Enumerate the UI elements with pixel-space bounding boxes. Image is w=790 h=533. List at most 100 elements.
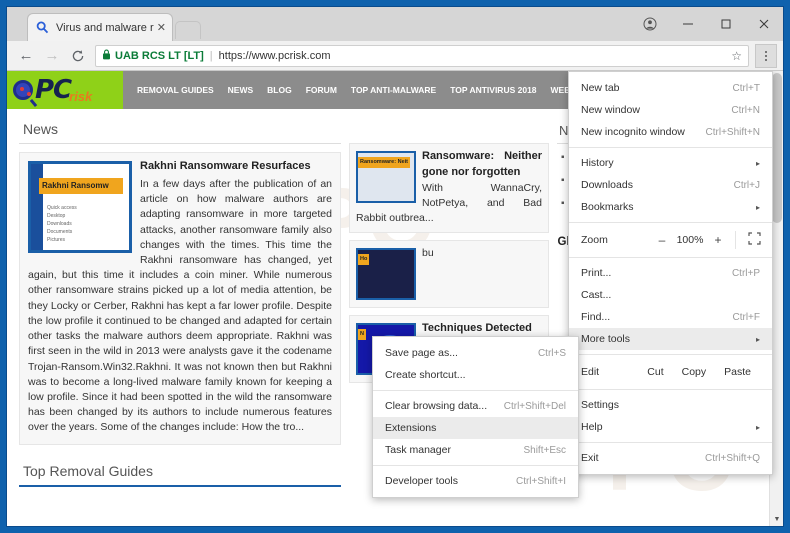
menu-item-accelerator: Ctrl+Shift+Del: [504, 401, 566, 412]
menu-item-accelerator: Shift+Esc: [523, 445, 566, 456]
side-thumbnail: Ransomware: Neit: [356, 151, 416, 203]
fullscreen-icon[interactable]: [742, 232, 766, 248]
menu-item-extensions[interactable]: Extensions: [373, 417, 578, 439]
top-removal-guides-heading: Top Removal Guides: [19, 453, 341, 487]
scrollbar-thumb[interactable]: [772, 73, 782, 223]
menu-item-label: Task manager: [385, 444, 513, 456]
menu-item-label: Help: [581, 421, 748, 433]
copy-button[interactable]: Copy: [673, 366, 716, 378]
maximize-button[interactable]: [707, 7, 745, 41]
menu-item-settings[interactable]: Settings: [569, 394, 772, 416]
menu-item-label: Find...: [581, 311, 723, 323]
menu-divider: [735, 231, 736, 249]
thumb-line: Desktop: [47, 212, 77, 220]
news-heading: News: [19, 109, 341, 144]
close-button[interactable]: [745, 7, 783, 41]
scroll-down-icon[interactable]: ▼: [770, 512, 783, 526]
zoom-in-button[interactable]: +: [707, 233, 729, 247]
nav-item-blog[interactable]: BLOG: [267, 85, 292, 95]
menu-item-bookmarks[interactable]: Bookmarks ▸: [569, 196, 772, 218]
menu-item-label: Developer tools: [385, 475, 506, 487]
menu-item-label: New window: [581, 104, 721, 116]
zoom-value: 100%: [673, 234, 707, 246]
menu-item-new-incognito-window[interactable]: New incognito window Ctrl+Shift+N: [569, 121, 772, 143]
dot-icon: [765, 51, 767, 53]
menu-item-task-manager[interactable]: Task manager Shift+Esc: [373, 439, 578, 461]
menu-separator: [569, 354, 772, 355]
menu-item-more-tools[interactable]: More tools ▸: [569, 328, 772, 350]
forward-icon[interactable]: →: [39, 44, 65, 68]
side-article[interactable]: Ho bu: [349, 240, 549, 308]
reload-icon[interactable]: [65, 44, 91, 68]
tab-title: Virus and malware remov: [56, 22, 154, 34]
thumb-pane: [31, 164, 43, 250]
menu-item-label: Bookmarks: [581, 201, 748, 213]
paste-button[interactable]: Paste: [715, 366, 760, 378]
logo-dot-icon: [20, 87, 24, 91]
menu-item-label: Save page as...: [385, 347, 528, 359]
menu-item-label: Settings: [581, 399, 750, 411]
cut-button[interactable]: Cut: [638, 366, 672, 378]
thumb-line: Quick access: [47, 204, 77, 212]
menu-item-find[interactable]: Find... Ctrl+F: [569, 306, 772, 328]
chevron-right-icon: ▸: [756, 203, 760, 212]
menu-item-new-window[interactable]: New window Ctrl+N: [569, 99, 772, 121]
zoom-out-button[interactable]: –: [651, 233, 673, 247]
minimize-button[interactable]: [669, 7, 707, 41]
menu-item-label: Create shortcut...: [385, 369, 556, 381]
address-bar[interactable]: UAB RCS LT [LT] | https://www.pcrisk.com…: [95, 45, 749, 67]
logo-pc-text: PC: [35, 75, 71, 105]
browser-window: Virus and malware remov ✕: [6, 6, 784, 527]
site-identity-label: UAB RCS LT [LT]: [115, 50, 204, 62]
bookmark-star-icon[interactable]: ☆: [731, 49, 742, 63]
menu-separator: [373, 465, 578, 466]
article-thumbnail: Rakhni Ransomw Quick access Desktop Down…: [28, 161, 132, 253]
title-bar: Virus and malware remov ✕: [7, 7, 783, 41]
nav-item-removal-guides[interactable]: REMOVAL GUIDES: [137, 85, 214, 95]
menu-item-help[interactable]: Help ▸: [569, 416, 772, 438]
menu-item-accelerator: Ctrl+S: [538, 348, 566, 359]
menu-item-label: History: [581, 157, 748, 169]
site-logo[interactable]: PC risk: [7, 71, 123, 109]
menu-item-new-tab[interactable]: New tab Ctrl+T: [569, 77, 772, 99]
chevron-right-icon: ▸: [756, 423, 760, 432]
menu-item-cast[interactable]: Cast...: [569, 284, 772, 306]
edit-label: Edit: [581, 366, 638, 378]
side-article[interactable]: Ransomware: Neit Ransomware: Neither gon…: [349, 143, 549, 233]
menu-item-downloads[interactable]: Downloads Ctrl+J: [569, 174, 772, 196]
side-thumbnail: Ho: [356, 248, 416, 300]
thumb-tag: N: [358, 329, 366, 340]
chrome-menu-button[interactable]: [755, 44, 777, 68]
menu-item-accelerator: Ctrl+F: [733, 312, 761, 323]
menu-item-create-shortcut[interactable]: Create shortcut...: [373, 364, 578, 386]
menu-item-exit[interactable]: Exit Ctrl+Shift+Q: [569, 447, 772, 469]
omnibox-separator: |: [210, 50, 213, 62]
new-tab-button[interactable]: [175, 21, 201, 39]
thumb-line: Pictures: [47, 236, 77, 244]
menu-item-accelerator: Ctrl+N: [731, 105, 760, 116]
window-controls: [631, 7, 783, 41]
menu-item-print[interactable]: Print... Ctrl+P: [569, 262, 772, 284]
menu-item-history[interactable]: History ▸: [569, 152, 772, 174]
menu-separator: [569, 389, 772, 390]
nav-item-top-anti-malware[interactable]: TOP ANTI-MALWARE: [351, 85, 436, 95]
featured-article[interactable]: Rakhni Ransomw Quick access Desktop Down…: [19, 152, 341, 445]
nav-item-top-antivirus-2018[interactable]: TOP ANTIVIRUS 2018: [450, 85, 536, 95]
back-icon[interactable]: ←: [13, 44, 39, 68]
dot-icon: [765, 55, 767, 57]
chrome-main-menu: New tab Ctrl+T New window Ctrl+N New inc…: [568, 71, 773, 475]
menu-item-label: Downloads: [581, 179, 724, 191]
browser-tab[interactable]: Virus and malware remov ✕: [27, 13, 173, 41]
menu-item-clear-browsing-data[interactable]: Clear browsing data... Ctrl+Shift+Del: [373, 395, 578, 417]
tab-close-icon[interactable]: ✕: [157, 21, 166, 34]
profile-icon[interactable]: [631, 7, 669, 41]
menu-item-label: New incognito window: [581, 126, 696, 138]
nav-item-forum[interactable]: FORUM: [306, 85, 337, 95]
thumb-line: Documents: [47, 228, 77, 236]
menu-item-developer-tools[interactable]: Developer tools Ctrl+Shift+I: [373, 470, 578, 492]
menu-separator: [569, 147, 772, 148]
menu-item-save-page-as[interactable]: Save page as... Ctrl+S: [373, 342, 578, 364]
zoom-label: Zoom: [581, 234, 651, 246]
thumb-tag: Ransomware: Neit: [358, 157, 410, 168]
nav-item-news[interactable]: NEWS: [228, 85, 254, 95]
